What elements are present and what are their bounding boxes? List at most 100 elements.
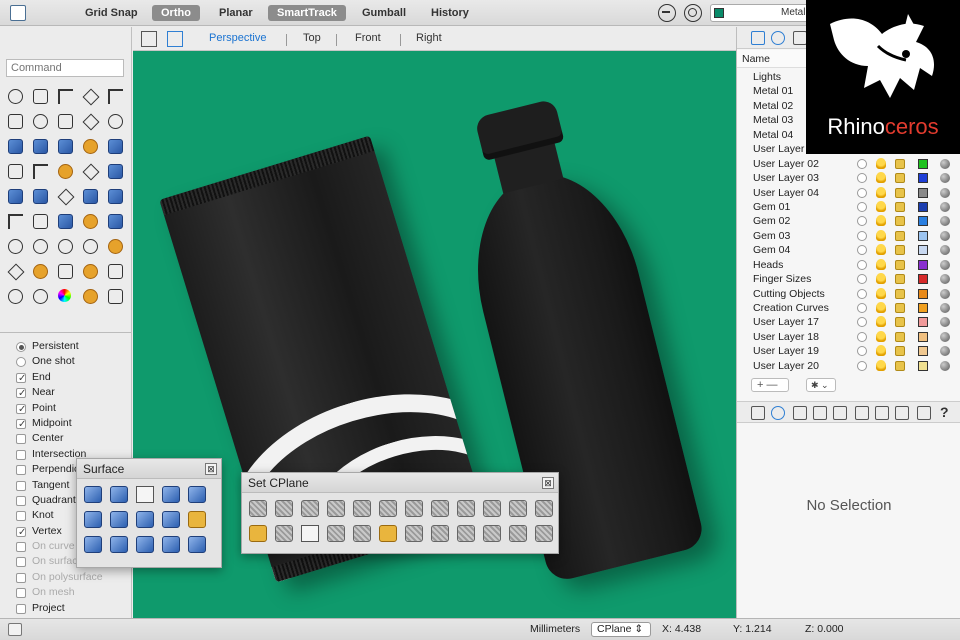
surface-tool-icon[interactable] [185,483,208,505]
lock-icon[interactable] [895,259,905,270]
visibility-icon[interactable] [857,230,867,241]
osnap-icon[interactable] [684,4,702,22]
lock-icon[interactable] [895,331,905,342]
surface-tool-icon[interactable] [133,483,156,505]
checkbox[interactable] [16,449,26,460]
osnap-project[interactable]: Project [16,601,132,616]
layer-color-swatch[interactable] [918,173,928,184]
radio-button[interactable] [16,357,26,368]
mirror-icon[interactable] [29,185,51,207]
layer-color-swatch[interactable] [918,288,928,299]
globe-icon[interactable] [4,285,26,307]
lock-icon[interactable] [895,245,905,256]
visibility-icon[interactable] [857,274,867,285]
cplane-tool-icon[interactable] [350,522,373,544]
cplane-tool-icon[interactable] [272,497,295,519]
material-icon[interactable] [940,201,950,212]
layer-row[interactable]: User Layer 20 [737,359,960,373]
material-icon[interactable] [940,259,950,270]
visibility-icon[interactable] [857,288,867,299]
material-icon[interactable] [940,303,950,313]
move-icon[interactable] [4,185,26,207]
checkbox[interactable] [16,525,26,540]
surface-tool-icon[interactable] [133,508,156,530]
cplane-tool-icon[interactable] [532,522,555,544]
planar-toggle[interactable]: Planar [210,5,262,21]
rotate-icon[interactable] [54,185,76,207]
visibility-icon[interactable] [857,173,867,184]
visibility-icon[interactable] [857,201,867,212]
osnap-center[interactable]: Center [16,431,132,446]
cplane-tool-icon[interactable] [506,522,529,544]
add-remove-layer-button[interactable]: + — [751,378,789,392]
osnap-on-polysurface[interactable]: On polysurface [16,570,132,585]
zoom-selected-icon[interactable] [54,235,76,257]
layer-color-swatch[interactable] [918,216,928,227]
color-wheel-icon[interactable] [54,285,76,307]
layer-color-swatch[interactable] [918,201,928,212]
lock-icon[interactable] [895,158,905,169]
surface-tool-icon[interactable] [107,533,130,555]
sphere-icon[interactable] [29,135,51,157]
layer-options-button[interactable]: ✱ ⌄ [806,378,836,392]
material-icon[interactable] [940,331,950,342]
sphere-view-icon[interactable] [29,285,51,307]
surface-tool-icon[interactable] [81,508,104,530]
osnap-on-mesh[interactable]: On mesh [16,585,132,600]
layer-row[interactable]: User Layer 19 [737,344,960,358]
set-cplane-toolbar[interactable]: Set CPlane ⊠ [241,472,559,554]
light-bulb-icon[interactable] [876,200,886,212]
osnap-midpoint[interactable]: Midpoint [16,416,132,432]
cplane-tool-icon[interactable] [350,497,373,519]
rebuild-icon[interactable] [54,260,76,282]
help-icon[interactable]: ? [940,404,949,420]
tool-icon[interactable] [104,285,126,307]
layer-color-swatch[interactable] [918,158,928,169]
layer-color-swatch[interactable] [918,346,928,357]
tab-perspective[interactable]: Perspective [209,32,266,44]
layer-row[interactable]: Creation Curves [737,301,960,315]
cplane-tool-icon[interactable] [402,522,425,544]
material-icon[interactable] [940,346,950,357]
visibility-icon[interactable] [857,187,867,198]
cplane-tool-icon[interactable] [376,497,399,519]
checkbox[interactable] [16,495,26,506]
material-icon[interactable] [940,187,950,198]
zoom-icon[interactable] [4,235,26,257]
layer-color-swatch[interactable] [918,230,928,241]
light-bulb-icon[interactable] [876,330,886,342]
checkbox[interactable] [16,480,26,491]
layer-row[interactable]: User Layer 03 [737,171,960,185]
arc-icon[interactable] [4,110,26,132]
shield-icon[interactable] [79,285,101,307]
zoom-window-icon[interactable] [29,235,51,257]
layer-row[interactable]: Finger Sizes [737,272,960,286]
layer-color-swatch[interactable] [918,187,928,198]
cplane-dropdown[interactable]: CPlane ⇕ [591,622,651,637]
surface-toolbar[interactable]: Surface ⊠ [76,458,222,568]
tab-front[interactable]: Front [355,32,381,44]
tab-right[interactable]: Right [416,32,442,44]
material-icon[interactable] [940,288,950,299]
solid-icon[interactable] [104,185,126,207]
layer-row[interactable]: Gem 04 [737,243,960,257]
lock-icon[interactable] [895,230,905,241]
group-icon[interactable] [79,210,101,232]
light-bulb-icon[interactable] [876,229,886,241]
command-input[interactable] [6,59,124,77]
array-icon[interactable] [104,160,126,182]
filter-icon[interactable] [658,4,676,22]
layer-color-swatch[interactable] [918,274,928,285]
ortho-toggle[interactable]: Ortho [152,5,200,21]
light-bulb-icon[interactable] [876,287,886,299]
visibility-icon[interactable] [857,317,867,328]
line-icon[interactable] [29,210,51,232]
window-icon[interactable] [895,406,909,420]
layer-color-swatch[interactable] [918,360,928,371]
circle-icon[interactable] [4,85,26,107]
curve-icon[interactable] [29,85,51,107]
cplane-tool-icon[interactable] [298,522,321,544]
material-icon[interactable] [940,274,950,285]
document-icon[interactable] [793,31,807,45]
layer-row[interactable]: Gem 01 [737,200,960,214]
